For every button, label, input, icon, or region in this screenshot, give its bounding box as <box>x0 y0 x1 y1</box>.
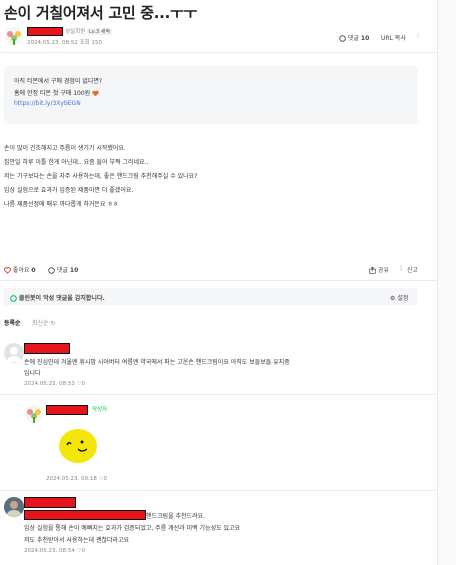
heart-outline-icon <box>4 267 11 274</box>
comment-3-text-2: 임상 실험을 통해 손이 예뻐지는 효과가 검증되었고, 주름 개선과 미백 기… <box>24 525 241 532</box>
body-line-2: 집안일 하루 이틀 한게 아닌데.. 요즘 들어 부쩍 그러네요.. <box>4 159 149 166</box>
default-user-icon <box>7 347 21 362</box>
comment-2-meta: 2024.05.23. 09:18 ♡0 <box>46 476 107 482</box>
comment-3-text-3: 저도 추천받아서 사용하는데 괜찮더라고요 <box>24 537 130 544</box>
share-button[interactable]: 공유 <box>369 265 389 274</box>
comment-1-meta: 2024.05.23. 08:53 ♡0 <box>24 381 85 387</box>
comment-3-date: 2024.05.23. 08:54 <box>24 548 75 554</box>
comment-2-author-badge: 작성자 <box>92 407 108 413</box>
ad-link[interactable]: https://bit.ly/3XybEGN <box>14 100 81 107</box>
comment-1-reaction[interactable]: ♡0 <box>77 381 85 387</box>
level-badge: Lv.3 새싹 <box>87 28 112 35</box>
flower-avatar-icon <box>5 27 23 45</box>
actions-divider <box>0 280 437 281</box>
author-avatar[interactable] <box>4 26 24 46</box>
body-line-1: 손이 많이 건조해지고 주름이 생기기 시작했어요. <box>4 145 126 152</box>
comment-3-text-1: 핸드크림을 추천드려요. <box>146 513 206 520</box>
cleanbot-text: 클린봇이 악성 댓글을 감지합니다. <box>10 293 105 302</box>
post-date: 2024.05.23. 08:52 <box>27 40 78 46</box>
post-title: 손이 거칠어져서 고민 중...ㅜㅜ <box>4 4 197 22</box>
author-name-redacted <box>27 27 63 36</box>
cleanbot-icon <box>10 295 17 302</box>
comment-1-date: 2024.05.23. 08:53 <box>24 381 75 387</box>
heart-icon <box>92 90 99 97</box>
body-line-4: 임상 실험으로 효과가 입증된 제품이면 더 좋겠어요. <box>4 187 134 194</box>
post-page: 손이 거칠어져서 고민 중...ㅜㅜ 성실회원 Lv.3 새싹 2024.05.… <box>0 0 438 565</box>
gear-icon: ⚙ <box>390 295 396 302</box>
comment-count-button[interactable]: 댓글 10 <box>48 265 78 274</box>
like-button[interactable]: 좋아요 0 <box>4 265 36 274</box>
right-margin <box>438 0 456 565</box>
comment-3-author-redacted <box>24 497 76 508</box>
body-line-5: 나름 제품선정에 매우 까다롭게 하거든요 ㅎㅎ <box>4 201 119 208</box>
comment-bubble-icon <box>48 267 55 274</box>
comment-divider-1 <box>0 394 437 395</box>
refresh-icon: ↻ <box>50 320 56 327</box>
comment-2-date: 2024.05.23. 09:18 <box>46 476 97 482</box>
profile-photo-icon <box>4 497 24 517</box>
comment-2-avatar[interactable] <box>24 404 44 424</box>
comment-2-author-redacted <box>46 405 88 415</box>
post-meta: 2024.05.23. 08:52 조회 150 <box>27 38 102 46</box>
url-copy-button[interactable]: URL 복사 <box>381 33 406 42</box>
comment-3-reaction[interactable]: ♡0 <box>77 548 85 554</box>
comment-bubble-icon <box>339 35 346 42</box>
comment-3-avatar[interactable] <box>4 497 24 517</box>
report-button[interactable]: 신고 <box>407 265 418 274</box>
tab-registered[interactable]: 등록순 <box>4 318 21 327</box>
comment-3-product-redacted <box>24 510 146 520</box>
smiley-sticker-icon <box>59 429 97 463</box>
tab-latest[interactable]: 최신순 ↻ <box>32 318 56 327</box>
comment-link[interactable]: 댓글 10 <box>339 33 369 42</box>
ad-line-2: 홈에 한정 티몬 첫 구매 100원 <box>14 88 99 97</box>
post-views: 조회 150 <box>79 40 102 46</box>
more-options-icon[interactable]: ⋮ <box>415 32 421 39</box>
comment-3-meta: 2024.05.23. 08:54 ♡0 <box>24 548 85 554</box>
comment-1-text-2: 입니다 <box>24 370 41 377</box>
author-grade: 성실회원 Lv.3 새싹 <box>65 28 112 35</box>
comment-1-author-redacted <box>24 343 70 354</box>
header-divider <box>0 52 437 53</box>
ad-line-1: 아직 티몬에서 구매 경험이 없다면? <box>14 78 103 85</box>
action-separator: | <box>400 265 403 272</box>
comment-1-avatar[interactable] <box>4 343 24 363</box>
flower-avatar-icon <box>25 405 43 423</box>
comment-1-text-1: 손에 진심인데 겨울엔 휴시맘 시어버터 여름엔 약국에서 파는 고운손 핸드크… <box>24 359 290 366</box>
comment-2-sticker <box>58 426 98 466</box>
body-line-3: 저는 기구보다는 손을 자주 사용하는데, 좋은 핸드크림 추천해주실 수 있나… <box>4 173 198 180</box>
cleanbot-settings-button[interactable]: ⚙ 설정 <box>390 293 408 302</box>
comment-2-reaction[interactable]: ♡0 <box>99 476 107 482</box>
share-icon <box>369 267 376 274</box>
comment-divider-2 <box>0 490 437 491</box>
